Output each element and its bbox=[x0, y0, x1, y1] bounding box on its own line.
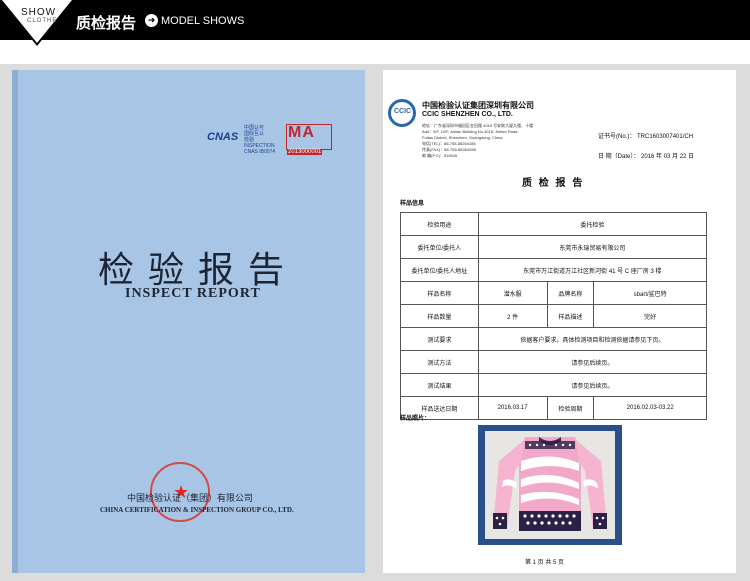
cover-organization-en: CHINA CERTIFICATION & INSPECTION GROUP C… bbox=[100, 506, 294, 514]
cert-label: 证书号(No.)： bbox=[598, 134, 636, 140]
cover-organization: 中国检验认证（集团）有限公司 bbox=[127, 494, 254, 504]
cell-label: 测试结果 bbox=[400, 373, 479, 397]
cover-subtitle: INSPECT REPORT bbox=[125, 286, 261, 301]
cell-label: 检验用途 bbox=[400, 212, 479, 236]
cell-value: 完好 bbox=[593, 304, 707, 328]
cell-label: 样品数量 bbox=[400, 304, 479, 328]
cell-label: 委托单位/委托人地址 bbox=[400, 258, 479, 282]
date-value: 2016 年 03 月 22 日 bbox=[641, 154, 695, 160]
cell-label: 品牌名称 bbox=[546, 281, 595, 305]
report-date: 日 期（Date）： 2016 年 03 月 22 日 bbox=[598, 151, 694, 160]
cell-label: 测试要求 bbox=[400, 327, 479, 351]
certificate-number: 证书号(No.)： TRC1603007401/CH bbox=[598, 131, 693, 140]
cell-label: 测试方法 bbox=[400, 350, 479, 374]
ccic-logo-text: CCIC bbox=[394, 108, 412, 115]
cnas-text-lines: 中国认可 国际互认 检验 INSPECTION CNAS IB0074 bbox=[244, 125, 284, 155]
cell-label: 样品描述 bbox=[546, 304, 595, 328]
sweater-image bbox=[493, 437, 607, 531]
table-row: 测试要求 依据客户要求，具体检测项目和检测依据请参见下页。 bbox=[400, 327, 708, 351]
report-heading: 质 检 报 告 bbox=[522, 178, 585, 189]
cell-value: 东莞市永瑞贸易有限公司 bbox=[477, 235, 708, 259]
date-label: 日 期（Date）： bbox=[598, 154, 640, 160]
cell-value: 潜水服 bbox=[477, 281, 548, 305]
cell-label: 样品名称 bbox=[400, 281, 479, 305]
cert-value: TRC1603007401/CH bbox=[637, 134, 694, 140]
cell-value: 东莞市万江街道万江社区新河街 41 号 C 座厂房 3 楼 bbox=[477, 258, 708, 282]
company-name: 中国检验认证集团深圳有限公司 bbox=[422, 101, 534, 110]
sample-info-table: 检验用途 委托检验 委托单位/委托人 东莞市永瑞贸易有限公司 委托单位/委托人地… bbox=[400, 212, 708, 420]
cell-value: 2 件 bbox=[477, 304, 548, 328]
table-row: 测试方法 请参见后续页。 bbox=[400, 350, 708, 374]
cnas-logo: CNAS bbox=[207, 131, 239, 143]
section-subtitle: MODEL SHOWS bbox=[161, 15, 245, 27]
cell-value: 依据客户要求，具体检测项目和检测依据请参见下页。 bbox=[477, 327, 708, 351]
cell-value: 2016.02.03-03.22 bbox=[593, 396, 707, 420]
page-number: 第 1 页 共 5 页 bbox=[525, 560, 565, 566]
cma-logo: MA bbox=[288, 124, 315, 141]
brand-top: SHOW bbox=[21, 7, 57, 18]
circle-arrow-icon: ➜ bbox=[145, 14, 158, 27]
table-row: 样品名称 潜水服 品牌名称 sbart/鲨巴特 bbox=[400, 281, 707, 305]
address-line: 邮 编(P.C)：518026 bbox=[422, 153, 458, 158]
table-row: 样品送达日期 2016.03.17 检验周期 2016.02.03-03.22 bbox=[400, 396, 707, 420]
company-address: 地址：广东省深圳市福田区金田路 4018 号安联大厦九楼、十楼 Add：9/F,… bbox=[422, 123, 572, 159]
table-row: 检验用途 委托检验 bbox=[400, 212, 708, 236]
cell-value: 2016.03.17 bbox=[477, 396, 548, 420]
sample-photo-label: 样品照片： bbox=[400, 416, 431, 422]
cell-label: 委托单位/委托人 bbox=[400, 235, 479, 259]
table-row: 样品数量 2 件 样品描述 完好 bbox=[400, 304, 707, 328]
cma-number: 2013000001 bbox=[287, 149, 323, 155]
sample-info-label: 样品信息 bbox=[400, 201, 425, 207]
cell-value: 请参见后续页。 bbox=[477, 350, 708, 374]
cell-value: 请参见后续页。 bbox=[477, 373, 708, 397]
table-row: 委托单位/委托人地址 东莞市万江街道万江社区新河街 41 号 C 座厂房 3 楼 bbox=[400, 258, 708, 282]
section-title: 质检报告 bbox=[76, 14, 137, 32]
company-name-en: CCIC SHENZHEN CO., LTD. bbox=[422, 111, 513, 118]
table-row: 委托单位/委托人 东莞市永瑞贸易有限公司 bbox=[400, 235, 708, 259]
cell-value: sbart/鲨巴特 bbox=[593, 281, 707, 305]
cell-value: 委托检验 bbox=[477, 212, 708, 236]
page-header: SHOW CLOTHE 质检报告 ➜ MODEL SHOWS bbox=[0, 0, 750, 48]
table-row: 测试结果 请参见后续页。 bbox=[400, 373, 708, 397]
cnas-line: CNAS IB0074 bbox=[244, 149, 276, 155]
cell-label: 检验周期 bbox=[546, 396, 595, 420]
brand-bottom: CLOTHE bbox=[27, 18, 58, 24]
